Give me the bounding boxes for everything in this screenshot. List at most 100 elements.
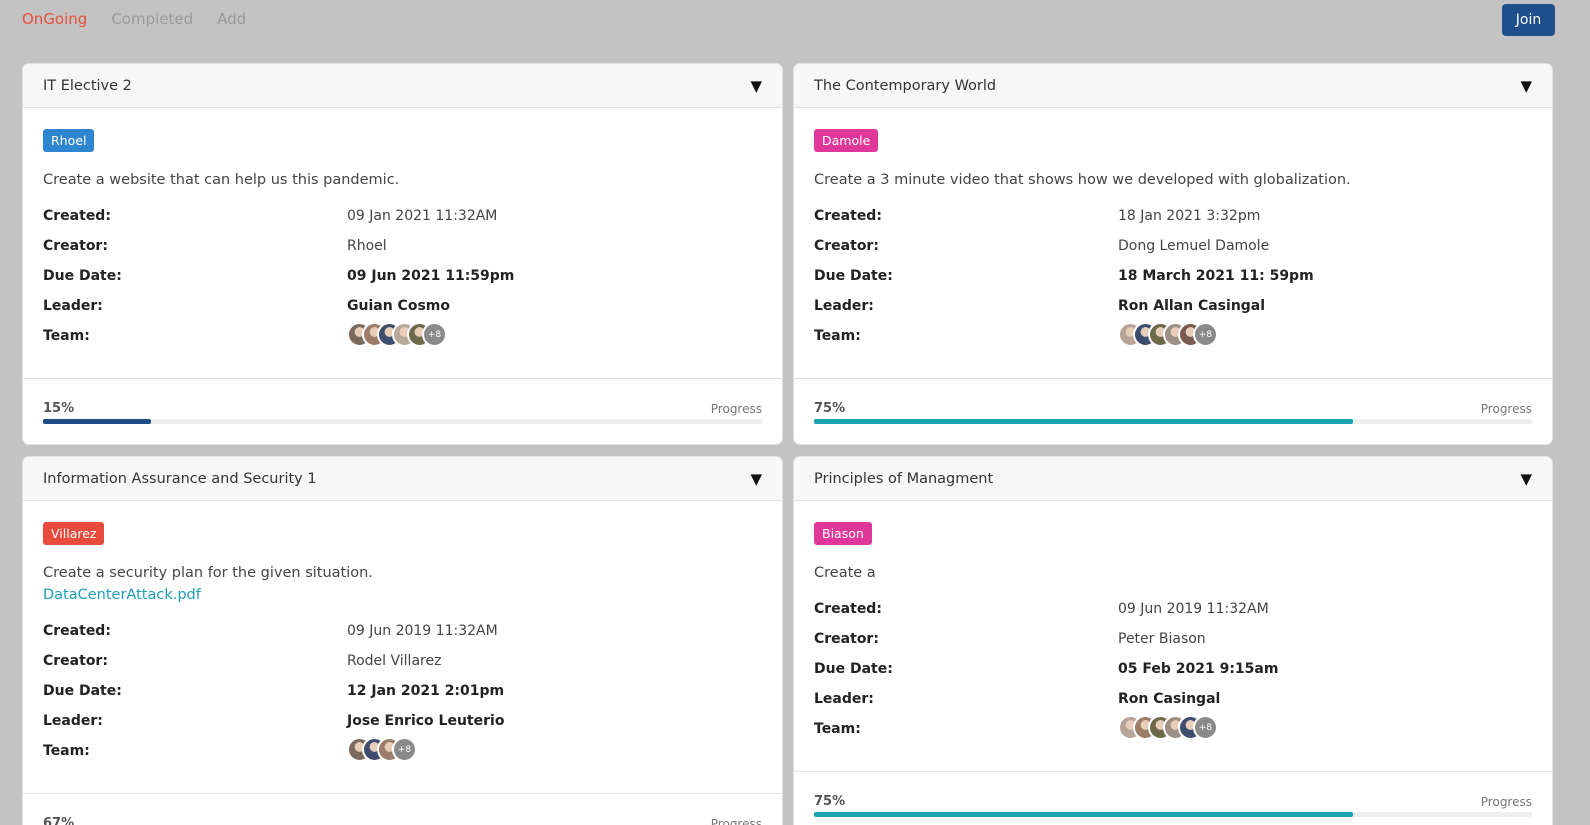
- progress-row: 75% Progress: [814, 794, 1532, 809]
- caret-down-icon[interactable]: ▼: [1520, 77, 1532, 95]
- progress-label: Progress: [1480, 401, 1532, 416]
- created-value: 09 Jan 2021 11:32AM: [347, 208, 498, 224]
- card-description: Create a security plan for the given sit…: [43, 565, 373, 581]
- leader-value: Jose Enrico Leuterio: [347, 713, 505, 729]
- created-label: Created:: [814, 208, 882, 224]
- creator-label: Creator:: [814, 631, 879, 647]
- team-row: Team: +8: [814, 715, 1532, 751]
- creator-row: Creator: Dong Lemuel Damole: [814, 238, 1532, 268]
- due-date-value: 05 Feb 2021 9:15am: [1118, 661, 1279, 677]
- creator-label: Creator:: [814, 238, 879, 254]
- progress-bar: [814, 812, 1532, 817]
- card-header[interactable]: IT Elective 2 ▼: [23, 64, 782, 108]
- due-date-label: Due Date:: [814, 661, 893, 677]
- task-card: Principles of Managment ▼ Biason Create …: [793, 456, 1553, 825]
- due-date-row: Due Date: 09 Jun 2021 11:59pm: [43, 268, 762, 298]
- progress-fill: [814, 419, 1353, 424]
- creator-label: Creator:: [43, 653, 108, 669]
- due-date-row: Due Date: 18 March 2021 11: 59pm: [814, 268, 1532, 298]
- description-block: Create a website that can help us this p…: [43, 169, 762, 191]
- card-footer: 75% Progress: [794, 378, 1552, 444]
- created-row: Created: 09 Jun 2019 11:32AM: [43, 623, 762, 653]
- created-row: Created: 18 Jan 2021 3:32pm: [814, 208, 1532, 238]
- attachment-link[interactable]: DataCenterAttack.pdf: [43, 584, 762, 606]
- card-footer: 75% Progress: [794, 771, 1552, 825]
- card-title: The Contemporary World: [814, 77, 997, 94]
- task-card: IT Elective 2 ▼ Rhoel Create a website t…: [22, 63, 783, 445]
- created-value: 09 Jun 2019 11:32AM: [347, 623, 498, 639]
- team-avatars[interactable]: +8: [1118, 715, 1218, 740]
- due-date-value: 18 March 2021 11: 59pm: [1118, 268, 1314, 284]
- join-button[interactable]: Join: [1502, 4, 1555, 36]
- created-value: 18 Jan 2021 3:32pm: [1118, 208, 1261, 224]
- due-date-label: Due Date:: [43, 268, 122, 284]
- progress-fill: [814, 812, 1353, 817]
- top-bar: OnGoing Completed Add Join: [0, 0, 1590, 50]
- caret-down-icon[interactable]: ▼: [750, 77, 762, 95]
- task-card: The Contemporary World ▼ Damole Create a…: [793, 63, 1553, 445]
- due-date-row: Due Date: 05 Feb 2021 9:15am: [814, 661, 1532, 691]
- card-header[interactable]: The Contemporary World ▼: [794, 64, 1552, 108]
- card-title: Principles of Managment: [814, 470, 994, 487]
- card-description: Create a 3 minute video that shows how w…: [814, 172, 1351, 188]
- more-members-badge[interactable]: +8: [422, 322, 447, 347]
- progress-fill: [43, 419, 151, 424]
- more-members-badge[interactable]: +8: [1193, 715, 1218, 740]
- created-row: Created: 09 Jan 2021 11:32AM: [43, 208, 762, 238]
- card-info: Created: 18 Jan 2021 3:32pm Creator: Don…: [814, 208, 1532, 358]
- card-body: Biason Create a Created: 09 Jun 2019 11:…: [794, 501, 1552, 751]
- due-date-row: Due Date: 12 Jan 2021 2:01pm: [43, 683, 762, 713]
- card-title: IT Elective 2: [43, 77, 132, 94]
- due-date-label: Due Date:: [814, 268, 893, 284]
- team-avatars[interactable]: +8: [347, 322, 447, 347]
- team-label: Team:: [814, 721, 861, 737]
- created-row: Created: 09 Jun 2019 11:32AM: [814, 601, 1532, 631]
- leader-value: Guian Cosmo: [347, 298, 450, 314]
- creator-tag: Villarez: [43, 522, 105, 545]
- card-description: Create a website that can help us this p…: [43, 172, 400, 188]
- description-block: Create a security plan for the given sit…: [43, 562, 762, 606]
- team-label: Team:: [43, 743, 90, 759]
- creator-value: Dong Lemuel Damole: [1118, 238, 1270, 254]
- caret-down-icon[interactable]: ▼: [1520, 470, 1532, 488]
- card-footer: 67% Progress: [23, 793, 782, 825]
- progress-label: Progress: [710, 816, 762, 825]
- team-label: Team:: [814, 328, 861, 344]
- progress-row: 67% Progress: [43, 816, 762, 825]
- progress-bar: [43, 419, 762, 424]
- caret-down-icon[interactable]: ▼: [750, 470, 762, 488]
- team-avatars[interactable]: +8: [347, 737, 417, 762]
- team-avatars[interactable]: +8: [1118, 322, 1218, 347]
- creator-value: Rodel Villarez: [347, 653, 442, 669]
- progress-percent: 67%: [43, 816, 75, 825]
- more-members-badge[interactable]: +8: [392, 737, 417, 762]
- card-header[interactable]: Information Assurance and Security 1 ▼: [23, 457, 782, 501]
- card-footer: 15% Progress: [23, 378, 782, 444]
- progress-percent: 15%: [43, 401, 75, 416]
- team-row: Team: +8: [43, 322, 762, 358]
- leader-value: Ron Casingal: [1118, 691, 1221, 707]
- nav-tabs: OnGoing Completed Add: [22, 10, 246, 28]
- card-body: Rhoel Create a website that can help us …: [23, 108, 782, 358]
- due-date-value: 12 Jan 2021 2:01pm: [347, 683, 505, 699]
- leader-label: Leader:: [43, 713, 103, 729]
- creator-tag: Biason: [814, 522, 872, 545]
- creator-label: Creator:: [43, 238, 108, 254]
- created-label: Created:: [814, 601, 882, 617]
- card-info: Created: 09 Jan 2021 11:32AM Creator: Rh…: [43, 208, 762, 358]
- created-label: Created:: [43, 623, 111, 639]
- team-row: Team: +8: [814, 322, 1532, 358]
- card-info: Created: 09 Jun 2019 11:32AM Creator: Pe…: [814, 601, 1532, 751]
- card-body: Damole Create a 3 minute video that show…: [794, 108, 1552, 358]
- tab-add[interactable]: Add: [217, 10, 246, 28]
- due-date-label: Due Date:: [43, 683, 122, 699]
- created-value: 09 Jun 2019 11:32AM: [1118, 601, 1269, 617]
- team-label: Team:: [43, 328, 90, 344]
- more-members-badge[interactable]: +8: [1193, 322, 1218, 347]
- team-row: Team: +8: [43, 737, 762, 773]
- creator-row: Creator: Peter Biason: [814, 631, 1532, 661]
- tab-completed[interactable]: Completed: [111, 10, 193, 28]
- tab-ongoing[interactable]: OnGoing: [22, 10, 87, 28]
- task-card: Information Assurance and Security 1 ▼ V…: [22, 456, 783, 825]
- card-header[interactable]: Principles of Managment ▼: [794, 457, 1552, 501]
